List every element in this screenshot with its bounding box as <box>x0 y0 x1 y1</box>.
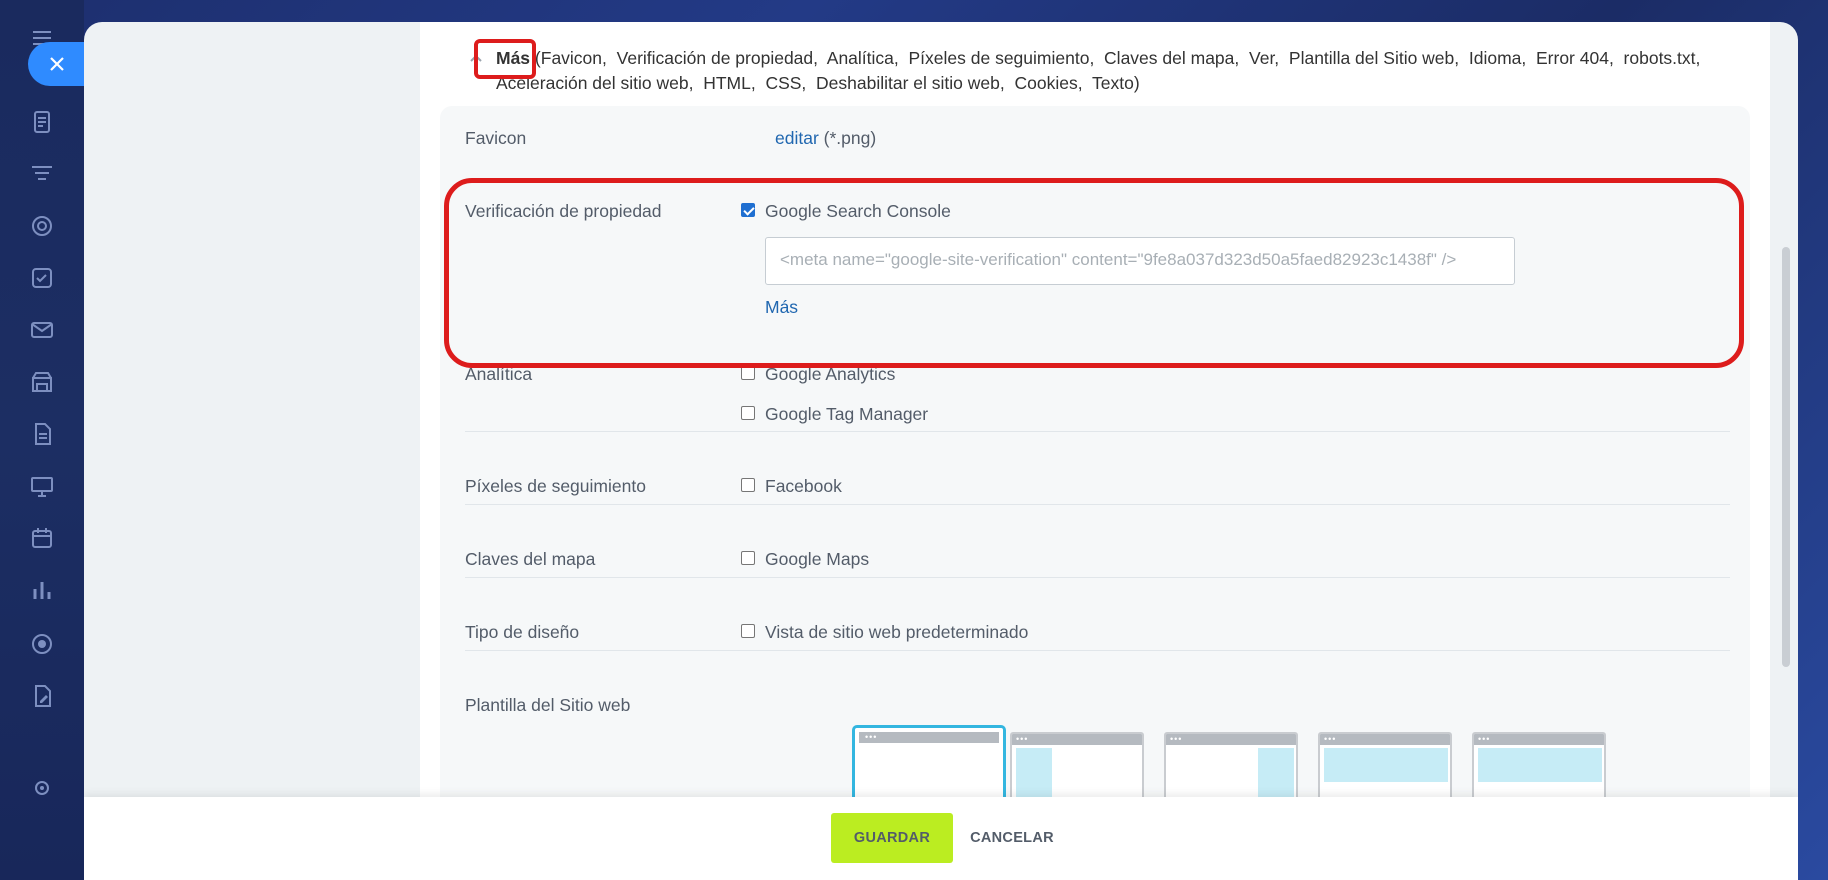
more-item: Claves del mapa, <box>1104 48 1240 68</box>
divider <box>465 431 1730 432</box>
document-icon[interactable] <box>28 108 56 136</box>
more-item: Píxeles de seguimiento, <box>908 48 1095 68</box>
more-item: Cookies, <box>1014 73 1083 93</box>
more-item: robots.txt, <box>1623 48 1701 68</box>
google-analytics-checkbox[interactable] <box>741 366 755 381</box>
favicon-hint: (*.png) <box>823 128 877 148</box>
close-icon <box>50 57 64 71</box>
pixels-row: Píxeles de seguimiento Facebook <box>465 476 1730 506</box>
template-thumb-2[interactable]: ••• <box>1010 732 1144 802</box>
cancel-button[interactable]: CANCELAR <box>962 813 1062 863</box>
checkbox-icon[interactable] <box>28 264 56 292</box>
edit-doc-icon[interactable] <box>28 682 56 710</box>
more-item: CSS, <box>765 73 807 93</box>
more-item: Plantilla del Sitio web, <box>1288 48 1460 68</box>
google-maps-checkbox[interactable] <box>741 551 755 566</box>
highlight-box-more <box>474 39 536 79</box>
template-thumb-3[interactable]: ••• <box>1164 732 1298 802</box>
save-button[interactable]: GUARDAR <box>831 813 953 863</box>
favicon-row: Favicon editar (*.png) <box>465 128 1730 158</box>
more-item: Texto <box>1091 73 1134 93</box>
calendar-icon[interactable] <box>28 524 56 552</box>
favicon-label: Favicon <box>465 128 527 148</box>
highlight-box-verification <box>444 178 1744 368</box>
template-thumb-1[interactable]: ••• <box>852 725 1006 805</box>
more-item: Favicon, <box>540 48 607 68</box>
more-item: HTML, <box>703 73 756 93</box>
map-keys-label: Claves del mapa <box>465 549 596 569</box>
facebook-option[interactable]: Facebook <box>741 476 842 497</box>
presentation-icon[interactable] <box>28 472 56 500</box>
gear-icon[interactable] <box>28 774 56 802</box>
divider <box>465 504 1730 505</box>
footer-bar: GUARDAR CANCELAR <box>84 797 1798 880</box>
settings-content: Más (Favicon, Verificación de propiedad,… <box>420 22 1770 826</box>
more-item: Idioma, <box>1468 48 1527 68</box>
template-thumb-5[interactable]: ••• <box>1472 732 1606 802</box>
more-item: Deshabilitar el sitio web, <box>816 73 1005 93</box>
google-maps-option[interactable]: Google Maps <box>741 549 869 570</box>
settings-panel: Más (Favicon, Verificación de propiedad,… <box>84 22 1798 880</box>
more-settings-text: Más (Favicon, Verificación de propiedad,… <box>496 48 1701 93</box>
favicon-value: editar (*.png) <box>775 128 876 149</box>
filter-icon[interactable] <box>28 160 56 188</box>
analytics-row: Analítica Google Analytics Google Tag Ma… <box>465 364 1730 424</box>
more-item: Analítica, <box>826 48 899 68</box>
template-row: Plantilla del Sitio web <box>465 695 1730 725</box>
template-label: Plantilla del Sitio web <box>465 695 631 715</box>
scrollbar[interactable] <box>1782 247 1790 667</box>
chart-icon[interactable] <box>28 576 56 604</box>
more-item: Ver, <box>1249 48 1280 68</box>
mail-icon[interactable] <box>28 316 56 344</box>
store-icon[interactable] <box>28 368 56 396</box>
close-slider-button[interactable] <box>28 42 86 86</box>
file-icon[interactable] <box>28 420 56 448</box>
google-tag-manager-option[interactable]: Google Tag Manager <box>741 404 928 425</box>
default-view-checkbox[interactable] <box>741 624 755 639</box>
template-thumb-4[interactable]: ••• <box>1318 732 1452 802</box>
design-row: Tipo de diseño Vista de sitio web predet… <box>465 622 1730 652</box>
facebook-checkbox[interactable] <box>741 478 755 493</box>
map-keys-row: Claves del mapa Google Maps <box>465 549 1730 579</box>
circle-icon[interactable] <box>28 630 56 658</box>
divider <box>465 577 1730 578</box>
google-tag-manager-checkbox[interactable] <box>741 406 755 421</box>
target-icon[interactable] <box>28 212 56 240</box>
left-sidebar <box>0 0 86 880</box>
pixels-label: Píxeles de seguimiento <box>465 476 646 496</box>
more-item: Verificación de propiedad, <box>616 48 819 68</box>
divider <box>465 650 1730 651</box>
default-view-option[interactable]: Vista de sitio web predeterminado <box>741 622 1028 643</box>
more-item: Error 404, <box>1536 48 1614 68</box>
favicon-edit-link[interactable]: editar <box>775 128 819 148</box>
design-label: Tipo de diseño <box>465 622 580 642</box>
